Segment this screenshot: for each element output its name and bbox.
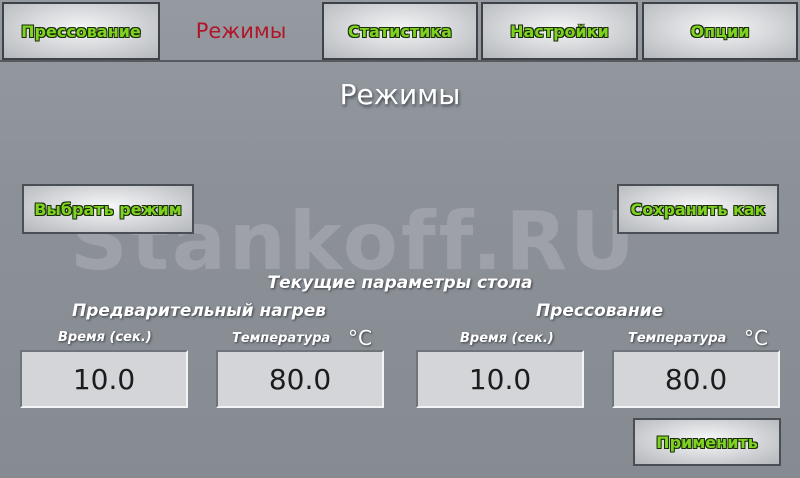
pressing-time-input[interactable]: 10.0 <box>416 350 584 408</box>
preheat-time-input[interactable]: 10.0 <box>20 350 188 408</box>
pressing-temp-unit: °C <box>744 326 768 350</box>
pressing-time-label: Время (сек.) <box>460 331 554 346</box>
tab-settings[interactable]: Настройки <box>481 2 638 60</box>
preheat-temp-unit: °C <box>348 326 372 350</box>
preheat-temp-input[interactable]: 80.0 <box>216 350 384 408</box>
preheat-title: Предварительный нагрев <box>72 301 327 321</box>
tab-options[interactable]: Опции <box>642 2 798 60</box>
save-as-button[interactable]: Сохранить как <box>617 184 779 234</box>
select-mode-button[interactable]: Выбрать режим <box>22 184 194 234</box>
pressing-temp-label: Температура <box>628 331 727 346</box>
apply-button[interactable]: Применить <box>633 418 781 466</box>
tab-modes[interactable]: Режимы <box>164 2 318 60</box>
pressing-title: Прессование <box>536 301 664 321</box>
preheat-temp-label: Температура <box>232 331 331 346</box>
hmi-screen: Прессование Режимы Статистика Настройки … <box>0 0 800 478</box>
page-title: Режимы <box>339 78 461 111</box>
section-title: Текущие параметры стола <box>267 273 533 293</box>
tab-divider <box>0 60 800 62</box>
tab-statistics[interactable]: Статистика <box>322 2 478 60</box>
tab-pressing[interactable]: Прессование <box>2 2 160 60</box>
preheat-time-label: Время (сек.) <box>58 330 152 345</box>
pressing-temp-input[interactable]: 80.0 <box>612 350 780 408</box>
